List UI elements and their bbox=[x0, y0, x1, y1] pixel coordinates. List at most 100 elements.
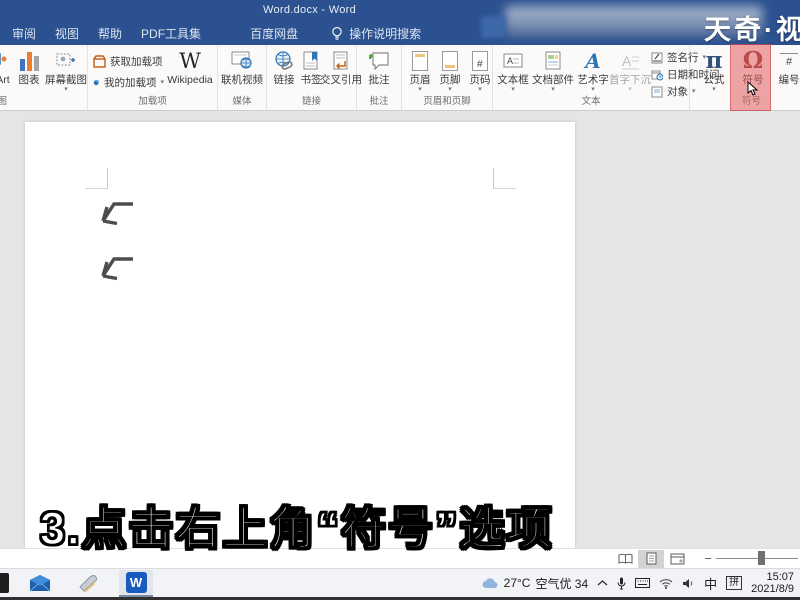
taskbar-clock[interactable]: 15:07 2021/8/9 bbox=[751, 571, 794, 595]
read-mode-button[interactable] bbox=[612, 550, 638, 568]
ribbon-group-comments: 批注 批注 bbox=[357, 45, 402, 110]
taskbar: W 27°C 空气优 34 中 拼 15:07 2021/8/9 bbox=[0, 568, 800, 597]
group-label-header-footer: 页眉和页脚 bbox=[423, 96, 471, 107]
tutorial-caption: 3.点击右上角“符号”选项 bbox=[39, 502, 554, 555]
microphone-icon[interactable] bbox=[617, 577, 626, 590]
document-workspace bbox=[0, 112, 800, 548]
tab-review[interactable]: 审阅 bbox=[12, 25, 36, 42]
mail-app-icon bbox=[29, 574, 51, 591]
tab-help[interactable]: 帮助 bbox=[98, 25, 122, 42]
ribbon-button-drop-cap: A 首字下沉 ▾ bbox=[609, 48, 651, 93]
ribbon-button-page-number[interactable]: 页码 ▾ bbox=[467, 48, 493, 93]
dropdown-arrow-icon: ▾ bbox=[64, 86, 68, 93]
zoom-track[interactable] bbox=[716, 551, 798, 565]
ribbon-button-wikipedia[interactable]: W Wikipedia bbox=[164, 48, 216, 86]
word-app-icon: W bbox=[125, 571, 147, 593]
ribbon-button-online-video[interactable]: 联机视频 bbox=[219, 48, 265, 86]
ribbon-button-screenshot[interactable]: 屏幕截图 ▾ bbox=[44, 48, 88, 93]
word-window: Word.docx - Word 审阅 视图 帮助 PDF工具集 百度网盘 操作… bbox=[0, 0, 800, 600]
print-layout-button[interactable] bbox=[638, 549, 665, 568]
group-label-illustrations: 插图 bbox=[0, 96, 8, 107]
lightbulb-icon bbox=[332, 26, 342, 40]
ribbon-button-number[interactable]: # 编号 bbox=[776, 48, 800, 86]
title-bar: Word.docx - Word 审阅 视图 帮助 PDF工具集 百度网盘 操作… bbox=[0, 0, 800, 45]
weather-widget[interactable]: 27°C 空气优 34 bbox=[482, 575, 588, 592]
group-label-addins: 加载项 bbox=[138, 96, 167, 107]
ime-mode-indicator[interactable]: 拼 bbox=[726, 576, 743, 590]
ribbon-button-header[interactable]: 页眉 ▾ bbox=[407, 48, 433, 93]
wordart-icon: A bbox=[585, 49, 601, 73]
group-label-media: 媒体 bbox=[232, 96, 252, 107]
taskbar-app-word[interactable]: W bbox=[119, 569, 153, 597]
tab-pdf-tools[interactable]: PDF工具集 bbox=[141, 25, 201, 42]
watermark: 天奇·视 bbox=[704, 15, 800, 45]
system-tray: 27°C 空气优 34 中 拼 15:07 2021/8/9 bbox=[482, 571, 800, 595]
ribbon-button-link[interactable]: 链接 bbox=[270, 48, 298, 86]
ribbon-button-wordart[interactable]: A 艺术字 ▾ bbox=[577, 48, 609, 93]
footer-icon bbox=[442, 51, 458, 71]
ribbon-group-media: 联机视频 媒体 bbox=[218, 45, 267, 110]
ribbon-button-cross-reference[interactable]: 交叉引用 bbox=[320, 48, 362, 86]
ribbon-group-illustrations: Art 图表 屏幕截图 ▾ 插图 bbox=[0, 45, 88, 110]
ribbon-button-chart[interactable]: 图表 bbox=[14, 48, 44, 86]
ribbon-group-addins: 获取加载项 我的加载项 ▾ W Wikipedia 加载项 bbox=[88, 45, 218, 110]
tell-me-label: 操作说明搜索 bbox=[349, 26, 422, 41]
quick-parts-icon bbox=[543, 48, 563, 74]
symbol-highlight-overlay bbox=[730, 44, 771, 111]
zoom-thumb[interactable] bbox=[758, 551, 765, 565]
document-page[interactable] bbox=[25, 122, 575, 548]
online-video-icon bbox=[230, 48, 254, 74]
text-box-icon: A bbox=[502, 48, 524, 74]
svg-text:A: A bbox=[507, 56, 513, 66]
ribbon-button-get-addins[interactable]: 获取加载项 bbox=[93, 51, 164, 72]
link-icon bbox=[273, 48, 295, 74]
ribbon-group-text: A 文本框 ▾ 文档部件 ▾ A 艺术字 ▾ A 首字下沉 ▾ 签名行 ▾ 日期… bbox=[493, 45, 720, 110]
dropdown-arrow-icon: ▾ bbox=[712, 86, 716, 93]
tab-baidu-netdisk[interactable]: 百度网盘 bbox=[250, 25, 298, 42]
taskbar-app-browser[interactable] bbox=[71, 570, 105, 597]
group-label-comments: 批注 bbox=[369, 96, 389, 107]
page-number-icon bbox=[472, 51, 488, 71]
signature-line-icon bbox=[651, 52, 663, 63]
mouse-cursor-icon bbox=[747, 81, 759, 96]
ribbon-button-text-box[interactable]: A 文本框 ▾ bbox=[497, 48, 529, 93]
dropdown-arrow-icon: ▾ bbox=[448, 86, 452, 93]
touch-keyboard-icon[interactable] bbox=[635, 578, 651, 588]
chart-icon bbox=[19, 48, 39, 74]
ribbon-button-footer[interactable]: 页脚 ▾ bbox=[437, 48, 463, 93]
ribbon-button-equation[interactable]: π 公式 ▾ bbox=[698, 47, 730, 94]
dropdown-arrow-icon: ▾ bbox=[418, 86, 422, 93]
header-icon bbox=[412, 51, 428, 71]
date-time-icon bbox=[651, 70, 663, 80]
web-layout-button[interactable] bbox=[664, 550, 690, 568]
taskbar-app-partial[interactable] bbox=[0, 570, 9, 597]
ribbon-group-header-footer: 页眉 ▾ 页脚 ▾ 页码 ▾ 页眉和页脚 bbox=[402, 45, 493, 110]
tray-expand-icon[interactable] bbox=[597, 579, 608, 587]
ribbon-group-links: 链接 书签 交叉引用 链接 bbox=[267, 45, 362, 110]
bookmark-icon bbox=[302, 48, 320, 74]
svg-text:A: A bbox=[622, 53, 632, 69]
zoom-out-icon[interactable]: − bbox=[700, 551, 716, 566]
ime-language-indicator[interactable]: 中 bbox=[704, 574, 717, 593]
ribbon-button-my-addins[interactable]: 我的加载项 ▾ bbox=[93, 72, 164, 93]
speaker-icon[interactable] bbox=[682, 578, 695, 589]
my-addins-icon bbox=[93, 79, 100, 86]
tell-me-search[interactable]: 操作说明搜索 bbox=[331, 25, 421, 42]
equation-icon: π bbox=[705, 47, 723, 74]
clock-date: 2021/8/9 bbox=[751, 583, 794, 595]
ribbon-button-comment[interactable]: 批注 bbox=[359, 48, 399, 86]
wikipedia-icon: W bbox=[179, 48, 201, 73]
ribbon-button-quick-parts[interactable]: 文档部件 ▾ bbox=[532, 48, 574, 93]
paragraph-mark bbox=[101, 257, 133, 281]
margin-crop-mark-left bbox=[85, 168, 108, 189]
wifi-icon[interactable] bbox=[659, 578, 673, 589]
tab-view[interactable]: 视图 bbox=[55, 25, 79, 42]
print-layout-icon bbox=[646, 552, 657, 565]
ribbon-button-smartart[interactable]: Art bbox=[0, 48, 14, 86]
cross-reference-icon bbox=[331, 48, 351, 74]
group-label-links: 链接 bbox=[301, 96, 321, 107]
blurred-tile bbox=[481, 16, 505, 38]
taskbar-app-mail[interactable] bbox=[23, 570, 57, 597]
clock-time: 15:07 bbox=[766, 571, 794, 583]
zoom-slider[interactable]: − bbox=[700, 551, 798, 566]
